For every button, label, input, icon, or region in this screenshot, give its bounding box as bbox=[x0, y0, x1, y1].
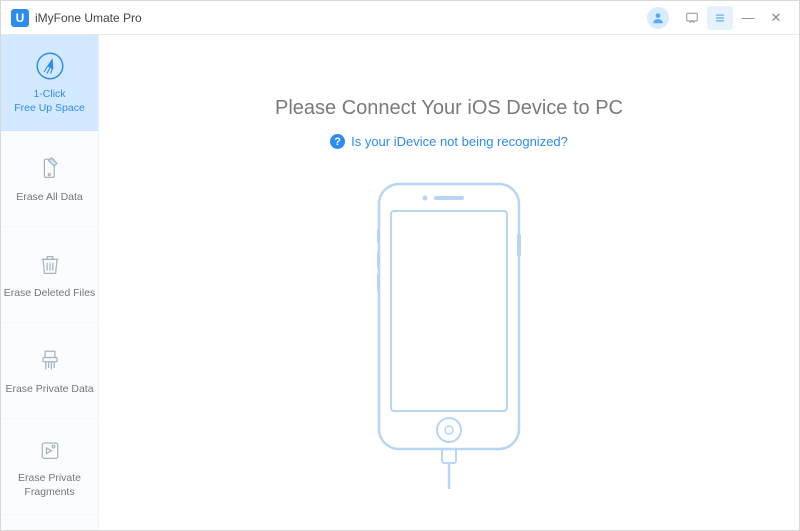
titlebar: U iMyFone Umate Pro — ✕ bbox=[1, 1, 799, 35]
help-link-text: Is your iDevice not being recognized? bbox=[351, 134, 568, 149]
sidebar-item-label: 1-Click bbox=[33, 88, 65, 102]
user-account-icon[interactable] bbox=[647, 7, 669, 29]
sidebar-item-erase-fragments[interactable]: Erase Private Fragments bbox=[1, 419, 98, 515]
main-content: Please Connect Your iOS Device to PC ? I… bbox=[99, 35, 799, 530]
phone-illustration bbox=[349, 179, 549, 530]
shredder-icon bbox=[34, 345, 66, 377]
sidebar-item-label: Erase All Data bbox=[16, 191, 83, 205]
phone-erase-icon bbox=[34, 153, 66, 185]
broom-icon bbox=[34, 50, 66, 82]
sidebar: 1-Click Free Up Space Erase All Data Era… bbox=[1, 35, 99, 530]
question-icon: ? bbox=[330, 134, 345, 149]
app-logo-icon: U bbox=[11, 9, 29, 27]
menu-icon[interactable] bbox=[707, 6, 733, 30]
sidebar-item-label: Erase Private bbox=[18, 472, 81, 486]
sidebar-item-erase-private[interactable]: Erase Private Data bbox=[1, 323, 98, 419]
trash-icon bbox=[34, 249, 66, 281]
app-window: U iMyFone Umate Pro — ✕ 1-Click Free Up … bbox=[0, 0, 800, 531]
app-title: iMyFone Umate Pro bbox=[35, 11, 142, 25]
sidebar-item-label: Free Up Space bbox=[14, 102, 85, 116]
app-fragments-icon bbox=[34, 434, 66, 466]
close-button[interactable]: ✕ bbox=[763, 6, 789, 30]
sidebar-item-label: Fragments bbox=[24, 486, 74, 500]
sidebar-item-erase-deleted[interactable]: Erase Deleted Files bbox=[1, 227, 98, 323]
connect-prompt-title: Please Connect Your iOS Device to PC bbox=[275, 97, 623, 120]
sidebar-item-label: Erase Private Data bbox=[5, 383, 93, 397]
minimize-button[interactable]: — bbox=[735, 6, 761, 30]
sidebar-item-erase-all[interactable]: Erase All Data bbox=[1, 131, 98, 227]
feedback-icon[interactable] bbox=[679, 6, 705, 30]
help-link[interactable]: ? Is your iDevice not being recognized? bbox=[330, 134, 568, 149]
sidebar-item-label: Erase Deleted Files bbox=[4, 287, 96, 301]
body: 1-Click Free Up Space Erase All Data Era… bbox=[1, 35, 799, 530]
sidebar-item-free-up-space[interactable]: 1-Click Free Up Space bbox=[1, 35, 98, 131]
